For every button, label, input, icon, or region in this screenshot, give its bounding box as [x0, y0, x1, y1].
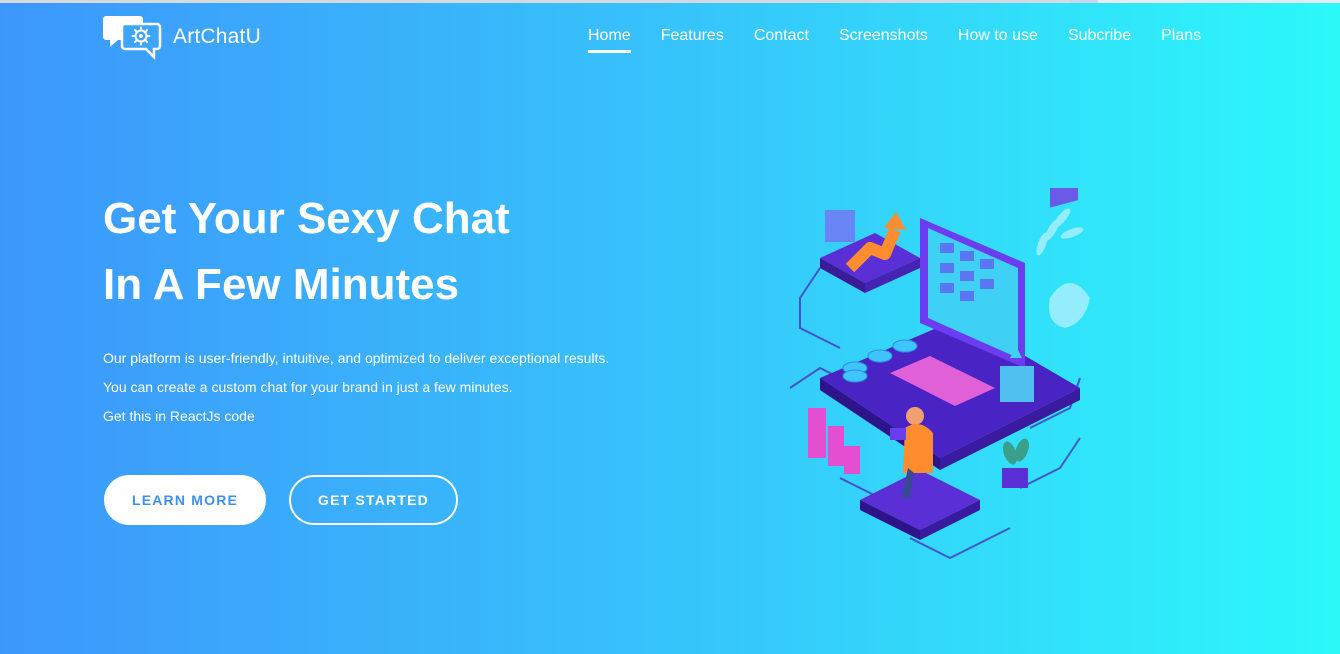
nav-screenshots[interactable]: Screenshots — [839, 27, 928, 45]
top-strip-segment — [0, 0, 1070, 3]
hero-title-line: Get Your Sexy Chat — [103, 194, 510, 243]
hero-description: Our platform is user-friendly, intuitive… — [103, 344, 609, 431]
hero-desc-line: Get this in ReactJs code — [103, 408, 255, 424]
hero-desc-line: You can create a custom chat for your br… — [103, 379, 513, 395]
hero-illustration — [780, 180, 1100, 573]
learn-more-button[interactable]: LEARN MORE — [104, 475, 266, 525]
get-started-button[interactable]: GET STARTED — [289, 475, 458, 525]
hero-title: Get Your Sexy Chat In A Few Minutes — [103, 186, 510, 318]
top-strip-segment — [1098, 0, 1340, 3]
browser-top-strip — [0, 0, 1340, 3]
hero-desc-line: Our platform is user-friendly, intuitive… — [103, 350, 610, 366]
nav-plans[interactable]: Plans — [1161, 27, 1201, 45]
brand-name: ArtChatU — [173, 25, 261, 48]
nav-how-to-use[interactable]: How to use — [958, 27, 1038, 45]
nav-home[interactable]: Home — [588, 27, 631, 53]
hero-title-line: In A Few Minutes — [103, 260, 460, 309]
nav-subscribe[interactable]: Subcribe — [1068, 27, 1131, 45]
main-nav: Home Features Contact Screenshots How to… — [588, 27, 1201, 53]
nav-contact[interactable]: Contact — [754, 27, 809, 45]
chat-gear-icon — [103, 14, 163, 60]
nav-features[interactable]: Features — [661, 27, 724, 45]
brand-logo[interactable]: ArtChatU — [103, 14, 261, 60]
